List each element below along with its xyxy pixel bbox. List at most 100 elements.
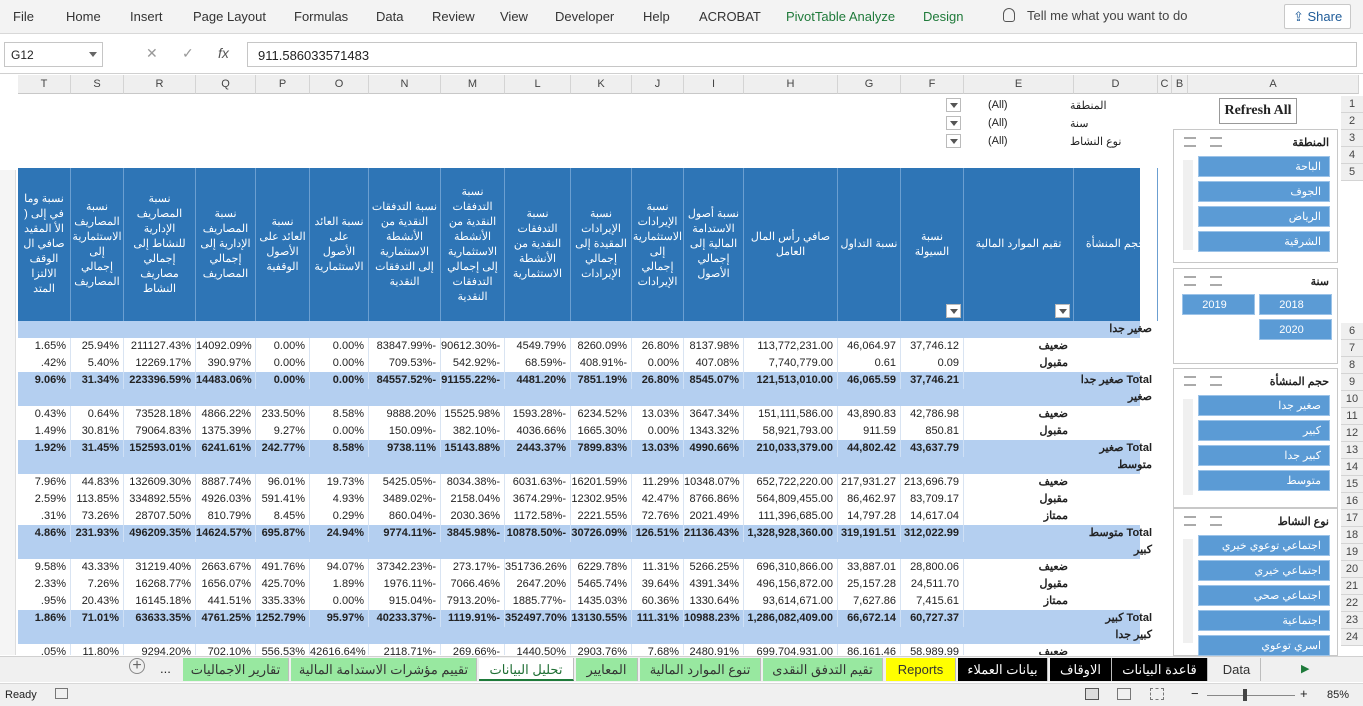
zoom-level[interactable]: 85% <box>1327 689 1349 701</box>
pivot-row-cat[interactable]: صغير جدا <box>18 321 1152 338</box>
pivot-row-sub[interactable]: ضعيف .05% 11.80% 9294.20% 702.10% 556.53% 4261… <box>18 644 1140 655</box>
data-cell[interactable]: 4481.20% <box>505 372 571 389</box>
data-cell[interactable]: 4866.22% <box>196 406 256 423</box>
data-cell[interactable]: 6031.63%- <box>505 474 571 491</box>
data-cell[interactable]: 90612.30%- <box>441 338 505 355</box>
tab-developer[interactable]: Developer <box>555 9 614 24</box>
data-cell[interactable]: 83847.99%- <box>369 338 441 355</box>
column-header-s[interactable]: S <box>71 75 124 94</box>
data-cell[interactable]: 9738.11% <box>369 440 441 457</box>
data-cell[interactable]: 126.51% <box>632 525 684 542</box>
data-cell[interactable]: 95.97% <box>310 610 369 627</box>
data-cell[interactable]: 113,772,231.00 <box>744 338 838 355</box>
data-cell[interactable]: 213,696.79 <box>901 474 964 491</box>
data-cell[interactable]: 15525.98% <box>441 406 505 423</box>
column-label-filter-button[interactable] <box>946 304 961 318</box>
data-cell[interactable]: 556.53% <box>256 644 310 655</box>
sheet-tab[interactable]: الاوقاف <box>1050 658 1112 681</box>
data-cell[interactable]: 1252.79% <box>256 610 310 627</box>
data-cell[interactable]: 28707.50% <box>124 508 196 525</box>
data-cell[interactable]: .42% <box>18 355 71 372</box>
data-cell[interactable]: 8766.86% <box>684 491 744 508</box>
data-cell[interactable]: 152593.01% <box>124 440 196 457</box>
row-header[interactable]: 4 <box>1341 147 1363 164</box>
data-cell[interactable]: 0.00% <box>256 338 310 355</box>
data-cell[interactable]: 1330.64% <box>684 593 744 610</box>
row-header[interactable]: 15 <box>1341 476 1363 493</box>
data-cell[interactable]: 591.41% <box>256 491 310 508</box>
pivot-row-cat[interactable]: كبير <box>18 542 1152 559</box>
chevron-down-icon[interactable] <box>89 52 97 57</box>
sheet-tab[interactable]: بيانات العملاء <box>958 658 1048 681</box>
data-cell[interactable]: 68.59%- <box>505 355 571 372</box>
data-cell[interactable]: 31.45% <box>71 440 124 457</box>
data-cell[interactable]: 30726.09% <box>571 525 632 542</box>
row-header[interactable]: 7 <box>1341 340 1363 357</box>
tab-page-layout[interactable]: Page Layout <box>193 9 266 24</box>
data-cell[interactable]: 441.51% <box>196 593 256 610</box>
tab-home[interactable]: Home <box>66 9 101 24</box>
slicer-item[interactable]: الشرقية <box>1198 231 1330 252</box>
data-cell[interactable]: 40233.37%- <box>369 610 441 627</box>
data-cell[interactable]: 7.68% <box>632 644 684 655</box>
data-cell[interactable]: 9.27% <box>256 423 310 440</box>
data-cell[interactable]: 11.80% <box>71 644 124 655</box>
tab-file[interactable]: File <box>13 9 34 24</box>
data-cell[interactable]: 6234.52% <box>571 406 632 423</box>
data-cell[interactable]: 14483.06% <box>196 372 256 389</box>
slicer-item[interactable]: متوسط <box>1198 470 1330 491</box>
data-cell[interactable]: 0.00% <box>632 355 684 372</box>
row-header[interactable]: 12 <box>1341 425 1363 442</box>
pivot-row-tot[interactable]: كبير Total 1.86% 71.01% 63633.35% 4761.25% 12… <box>18 610 1152 627</box>
column-header-i[interactable]: I <box>684 75 744 94</box>
data-cell[interactable]: 31219.40% <box>124 559 196 576</box>
sheet-tab[interactable]: تقييم مؤشرات الاستدامة المالية <box>291 658 477 681</box>
page-break-view-icon[interactable] <box>1150 688 1164 700</box>
data-cell[interactable]: 2443.37% <box>505 440 571 457</box>
slicer-item[interactable]: اجتماعية <box>1198 610 1330 631</box>
data-cell[interactable]: 60.36% <box>632 593 684 610</box>
pivot-row-sub[interactable]: مقبول 2.33% 7.26% 16268.77% 1656.07% 425.70% 1… <box>18 576 1140 593</box>
slicer-item[interactable]: صغير جدا <box>1198 395 1330 416</box>
column-header-l[interactable]: L <box>505 75 571 94</box>
pivot-row-tot[interactable]: صغير Total 1.92% 31.45% 152593.01% 6241.61% 2… <box>18 440 1152 457</box>
data-cell[interactable]: 7899.83% <box>571 440 632 457</box>
data-cell[interactable]: 0.43% <box>18 406 71 423</box>
slicer-item[interactable]: الباحة <box>1198 156 1330 177</box>
clear-filter-icon[interactable] <box>1184 276 1196 286</box>
cancel-icon[interactable]: ✕ <box>146 45 158 62</box>
data-cell[interactable]: 7.96% <box>18 474 71 491</box>
data-cell[interactable]: .31% <box>18 508 71 525</box>
column-header-h[interactable]: H <box>744 75 838 94</box>
data-cell[interactable]: 2.59% <box>18 491 71 508</box>
slicer-item[interactable]: كبير جدا <box>1198 445 1330 466</box>
data-cell[interactable]: 3674.29%- <box>505 491 571 508</box>
row-header[interactable]: 13 <box>1341 442 1363 459</box>
data-cell[interactable]: 2158.04% <box>441 491 505 508</box>
data-cell[interactable]: 223396.59% <box>124 372 196 389</box>
zoom-slider-thumb[interactable] <box>1243 689 1247 701</box>
row-header[interactable]: 3 <box>1341 130 1363 147</box>
row-header[interactable]: 22 <box>1341 595 1363 612</box>
enter-icon[interactable]: ✓ <box>182 45 194 62</box>
data-cell[interactable]: 19.73% <box>310 474 369 491</box>
row-header[interactable]: 18 <box>1341 527 1363 544</box>
row-header[interactable]: 1 <box>1341 96 1363 113</box>
data-cell[interactable]: 46,065.59 <box>838 372 901 389</box>
data-cell[interactable]: 93,614,671.00 <box>744 593 838 610</box>
data-cell[interactable]: 71.01% <box>71 610 124 627</box>
slicer-item[interactable]: الجوف <box>1198 181 1330 202</box>
data-cell[interactable]: 699,704,931.00 <box>744 644 838 655</box>
data-cell[interactable]: 2903.76% <box>571 644 632 655</box>
sheet-tab[interactable]: تقيم التدفق النقدى <box>763 658 883 681</box>
row-header[interactable]: 2 <box>1341 113 1363 130</box>
data-cell[interactable]: 407.08% <box>684 355 744 372</box>
pivot-row-sub[interactable]: ضعيف 0.43% 0.64% 73528.18% 4866.22% 233.50% 8.… <box>18 406 1140 423</box>
data-cell[interactable]: 2480.91% <box>684 644 744 655</box>
data-cell[interactable]: 39.64% <box>632 576 684 593</box>
slicer-item[interactable]: 2020 <box>1259 319 1332 340</box>
row-header[interactable]: 24 <box>1341 629 1363 646</box>
data-cell[interactable]: 702.10% <box>196 644 256 655</box>
data-cell[interactable]: .05% <box>18 644 71 655</box>
data-cell[interactable]: 30.81% <box>71 423 124 440</box>
